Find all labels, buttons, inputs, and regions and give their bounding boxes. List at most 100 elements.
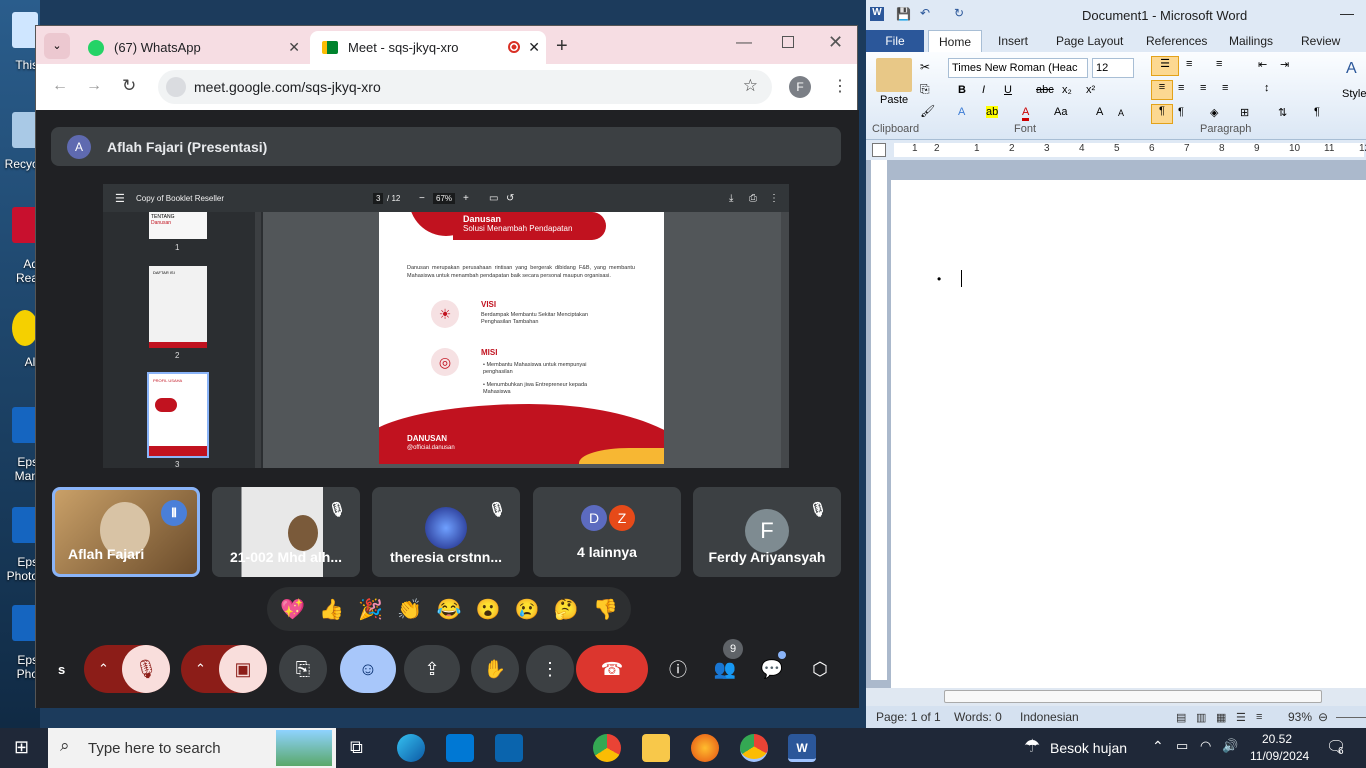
site-info-icon[interactable] xyxy=(166,77,186,97)
align-center-button[interactable]: ≡ xyxy=(1178,82,1184,94)
reaction-heart-button[interactable]: 💖 xyxy=(280,597,305,622)
camera-options-chevron-icon[interactable]: ⌃ xyxy=(195,661,206,677)
view-outline-icon[interactable]: ☰ xyxy=(1236,711,1246,724)
format-painter-icon[interactable]: 🖌 xyxy=(920,104,935,118)
desktop-icon-epson-manager[interactable]: Eps Man xyxy=(0,405,40,490)
desktop-icon-all[interactable]: All xyxy=(0,308,40,373)
task-view-icon[interactable]: ⧉ xyxy=(350,737,363,758)
superscript-button[interactable]: x² xyxy=(1086,84,1095,96)
download-icon[interactable]: ⤓ xyxy=(729,193,733,204)
shared-pdf-viewer[interactable]: ☰ Copy of Booklet Reseller 3 / 12 − 67% … xyxy=(103,184,789,469)
align-right-button[interactable]: ≡ xyxy=(1200,82,1206,94)
leave-call-button[interactable]: ☎ xyxy=(576,645,648,693)
participant-tile[interactable]: 🎙 21-002 Mhd alh... xyxy=(212,487,360,577)
redo-icon[interactable]: ↻ xyxy=(954,6,964,20)
word-minimize-button[interactable]: — xyxy=(1340,5,1354,21)
view-draft-icon[interactable]: ≡ xyxy=(1256,711,1262,723)
close-tab-icon[interactable]: ✕ xyxy=(528,39,540,56)
line-spacing-button[interactable]: ↕ xyxy=(1264,82,1270,94)
volume-icon[interactable]: 🔊 xyxy=(1222,738,1238,754)
horizontal-scrollbar[interactable] xyxy=(866,688,1366,706)
zoom-slider[interactable] xyxy=(1336,717,1366,718)
bold-button[interactable]: B xyxy=(958,84,966,96)
ltr-button[interactable]: ¶ xyxy=(1151,104,1173,124)
tab-meet[interactable]: Meet - sqs-jkyq-xro ✕ xyxy=(310,31,546,64)
profile-avatar[interactable]: F xyxy=(789,76,811,98)
copy-icon[interactable]: ⎘ xyxy=(920,82,930,97)
decrease-indent-button[interactable]: ⇤ xyxy=(1258,58,1267,71)
view-print-layout-icon[interactable]: ▤ xyxy=(1176,711,1186,724)
desktop-icon-epson-photo[interactable]: Eps Photo xyxy=(0,505,40,590)
text-effects-icon[interactable]: A xyxy=(958,106,965,118)
wifi-icon[interactable]: ◠ xyxy=(1200,738,1211,754)
people-button[interactable]: 👥 9 xyxy=(703,639,747,693)
save-icon[interactable]: 💾 xyxy=(896,7,911,21)
emoji-button[interactable]: ☺ xyxy=(340,645,396,693)
meeting-info-button[interactable]: ⓘ xyxy=(656,645,700,693)
rtl-button[interactable]: ¶ xyxy=(1178,106,1184,118)
tab-selector[interactable] xyxy=(872,143,886,157)
present-button[interactable]: ⇪ xyxy=(404,645,460,693)
participant-tile[interactable]: ⦀ Aflah Fajari xyxy=(52,487,200,577)
styles-icon[interactable]: A xyxy=(1346,60,1357,78)
chat-button[interactable]: 💬 xyxy=(750,645,794,693)
back-icon[interactable]: ← xyxy=(52,77,68,95)
home-tab[interactable]: Home xyxy=(928,30,982,52)
page-layout-tab[interactable]: Page Layout xyxy=(1056,34,1123,48)
participant-tile-others[interactable]: D Z 4 lainnya xyxy=(533,487,681,577)
highlight-icon[interactable]: ab xyxy=(986,106,999,118)
shading-icon[interactable]: ◈ xyxy=(1210,106,1218,119)
battery-icon[interactable]: ▭ xyxy=(1176,738,1188,754)
reaction-thumbsdown-button[interactable]: 👎 xyxy=(593,597,618,622)
mail-icon[interactable] xyxy=(495,734,523,762)
borders-icon[interactable]: ⊞ xyxy=(1240,106,1249,119)
thumbnail-page-2[interactable]: DAFTAR ISI xyxy=(149,266,207,348)
bullets-button[interactable]: ☰ xyxy=(1151,56,1179,76)
mic-off-button[interactable]: 🎙 xyxy=(122,645,170,693)
word-taskbar-icon[interactable]: W xyxy=(788,734,816,762)
forward-icon[interactable]: → xyxy=(86,77,102,95)
justify-button[interactable]: ≡ xyxy=(1222,82,1228,94)
desktop-icon-epson-photo2[interactable]: Eps Pho xyxy=(0,603,40,688)
references-tab[interactable]: References xyxy=(1146,34,1207,48)
close-window-button[interactable]: ✕ xyxy=(828,32,843,53)
thumbnail-scrollbar[interactable] xyxy=(255,212,261,468)
insert-tab[interactable]: Insert xyxy=(998,34,1028,48)
reaction-party-button[interactable]: 🎉 xyxy=(358,597,383,622)
zoom-in-icon[interactable]: + xyxy=(463,193,469,204)
view-web-icon[interactable]: ▦ xyxy=(1216,711,1226,724)
reaction-laugh-button[interactable]: 😂 xyxy=(437,597,462,622)
bookmark-star-icon[interactable]: ☆ xyxy=(743,76,758,96)
captions-button[interactable]: ⎘ xyxy=(279,645,327,693)
tab-search-button[interactable]: ⌄ xyxy=(44,33,70,59)
view-reading-icon[interactable]: ▥ xyxy=(1196,711,1206,724)
firefox-icon[interactable] xyxy=(691,734,719,762)
document-page[interactable]: • xyxy=(891,180,1366,688)
raise-hand-button[interactable]: ✋ xyxy=(471,645,519,693)
review-tab[interactable]: Review xyxy=(1301,34,1340,48)
reaction-thinking-button[interactable]: 🤔 xyxy=(554,597,579,622)
close-tab-icon[interactable]: ✕ xyxy=(288,39,300,56)
multilevel-list-button[interactable]: ≡ xyxy=(1216,58,1222,70)
file-explorer-icon[interactable] xyxy=(642,734,670,762)
italic-button[interactable]: I xyxy=(982,84,985,96)
url-field[interactable]: meet.google.com/sqs-jkyq-xro ☆ xyxy=(158,70,772,104)
fit-page-icon[interactable]: ▭ xyxy=(489,193,498,204)
tab-whatsapp[interactable]: (67) WhatsApp ✕ xyxy=(76,31,304,64)
store-icon[interactable] xyxy=(446,734,474,762)
file-tab[interactable]: File xyxy=(866,30,924,52)
pdf-scrollbar[interactable] xyxy=(781,212,789,468)
more-options-button[interactable]: ⋮ xyxy=(526,645,574,693)
mic-options-chevron-icon[interactable]: ⌃ xyxy=(98,661,109,677)
menu-dots-icon[interactable]: ⋮ xyxy=(832,76,848,96)
desktop-icon-adobe[interactable]: Ad Rea xyxy=(0,205,40,290)
reaction-surprised-button[interactable]: 😮 xyxy=(476,597,501,622)
strikethrough-button[interactable]: abc xyxy=(1036,84,1054,96)
minimize-button[interactable]: — xyxy=(736,34,752,52)
thumbnail-page-3-selected[interactable]: PROFIL USAHA xyxy=(147,372,209,458)
font-color-icon[interactable]: A xyxy=(1022,106,1030,121)
participant-tile[interactable]: 🎙 theresia crstnn... xyxy=(372,487,520,577)
more-icon[interactable]: ⋮ xyxy=(769,193,779,204)
camera-off-button[interactable]: ▣ xyxy=(219,645,267,693)
zoom-out-icon[interactable]: − xyxy=(419,193,425,204)
